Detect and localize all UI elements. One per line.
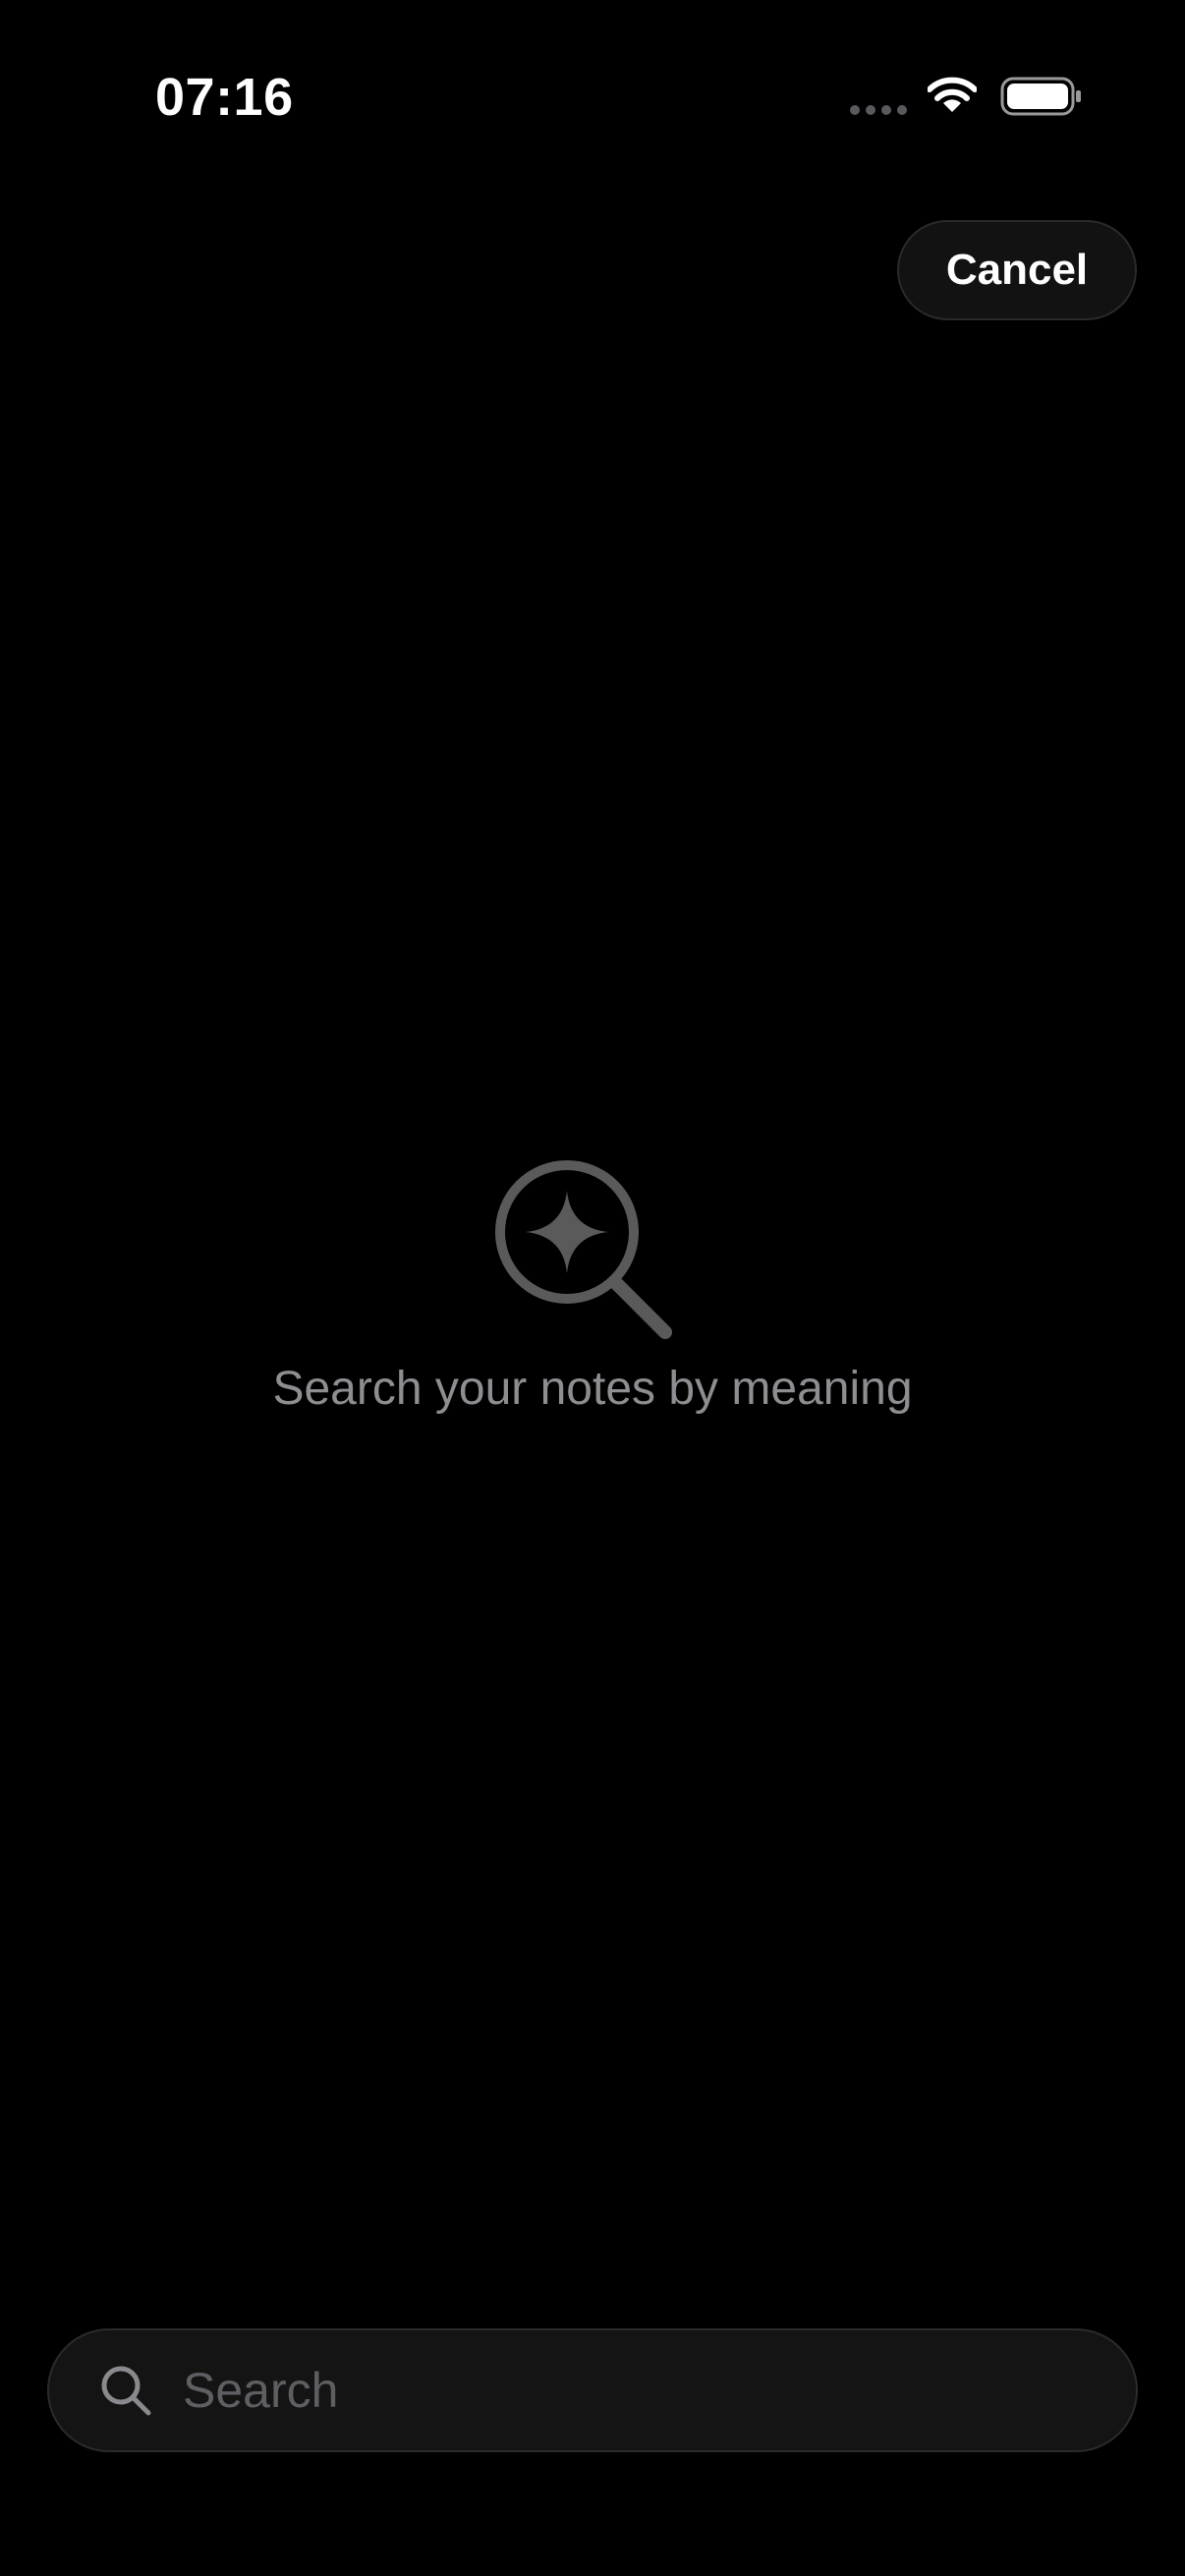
wifi-icon [928, 77, 977, 112]
search-input[interactable] [183, 2351, 1097, 2430]
empty-state: Search your notes by meaning [0, 1149, 1185, 1416]
status-time: 07:16 [155, 68, 294, 127]
search-icon [101, 2366, 151, 2416]
status-bar: 07:16 [0, 0, 1185, 196]
sparkle-search-icon [495, 1160, 672, 1339]
cancel-button[interactable]: Cancel [897, 220, 1137, 320]
empty-state-message: Search your notes by meaning [272, 1363, 913, 1415]
signal-dots-icon [850, 105, 907, 115]
battery-icon [1000, 77, 1081, 116]
search-bar[interactable] [47, 2328, 1138, 2452]
